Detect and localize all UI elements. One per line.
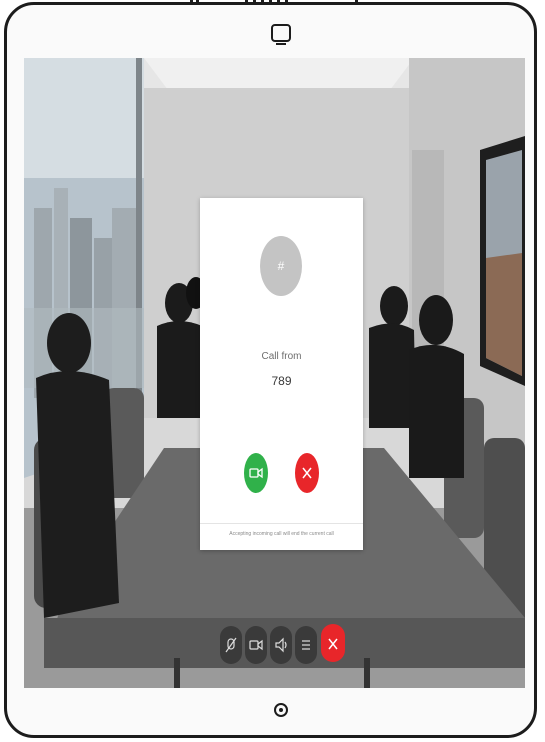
video-screen: # Call from 789 Accepting incoming call … <box>24 58 525 688</box>
hash-icon: # <box>277 259 285 273</box>
mute-button[interactable] <box>220 626 242 664</box>
call-from-label: Call from <box>261 351 302 362</box>
call-warning-text: Accepting incoming call will end the cur… <box>229 531 334 537</box>
square-button-icon[interactable] <box>271 24 291 45</box>
caller-number: 789 <box>271 374 292 388</box>
camera-button[interactable] <box>245 626 267 664</box>
card-divider <box>200 523 363 524</box>
end-call-icon <box>328 638 338 650</box>
more-button[interactable] <box>295 626 317 664</box>
video-camera-icon <box>249 639 263 651</box>
video-camera-icon <box>249 467 263 479</box>
more-icon <box>302 640 310 650</box>
close-icon <box>302 467 312 479</box>
accept-call-button[interactable] <box>244 453 268 493</box>
caller-avatar: # <box>260 236 302 296</box>
volume-icon <box>275 637 287 653</box>
incoming-call-card: # Call from 789 Accepting incoming call … <box>200 198 363 550</box>
mute-microphone-icon <box>225 637 237 653</box>
home-button-icon[interactable] <box>274 703 288 717</box>
volume-button[interactable] <box>270 626 292 664</box>
decline-call-button[interactable] <box>295 453 319 493</box>
end-call-button[interactable] <box>321 624 345 662</box>
